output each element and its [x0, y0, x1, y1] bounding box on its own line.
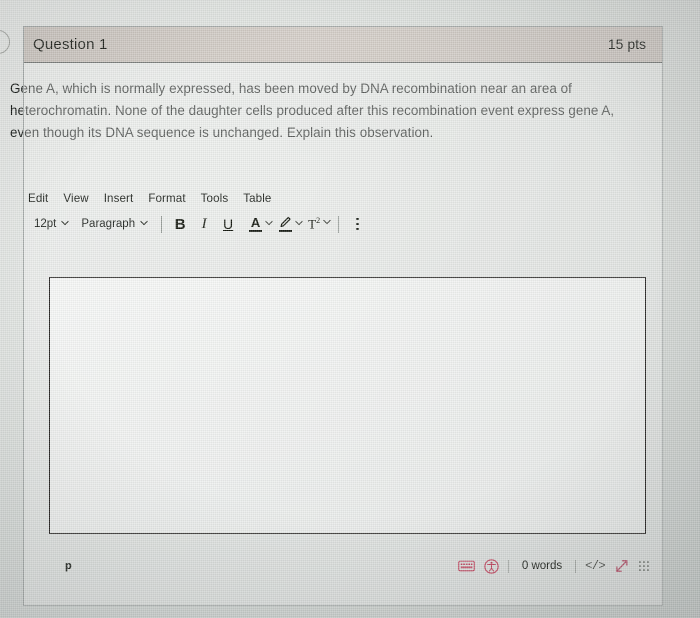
highlight-color-swatch: [278, 229, 292, 233]
statusbar-right-group: 0 words </>: [457, 558, 649, 574]
menu-item-edit[interactable]: Edit: [28, 192, 48, 205]
grip-dot: [639, 564, 642, 568]
grip-dot: [643, 564, 646, 568]
accessibility-icon[interactable]: [484, 558, 499, 574]
more-options-button[interactable]: [356, 217, 359, 231]
chevron-down-icon: [140, 220, 148, 227]
source-code-icon[interactable]: </>: [585, 559, 606, 573]
rich-text-editor: Edit View Insert Format Tools Table 12pt…: [25, 187, 625, 239]
grip-dot: [643, 568, 646, 571]
points-badge: 15 pts: [607, 36, 646, 52]
statusbar-divider: [507, 559, 509, 573]
keyboard-icon[interactable]: [457, 560, 475, 572]
bold-button[interactable]: B: [169, 213, 191, 235]
menu-item-table[interactable]: Table: [243, 192, 271, 205]
grip-dot: [646, 568, 649, 571]
chevron-down-icon[interactable]: [295, 220, 303, 227]
superscript-exponent: 2: [316, 215, 321, 225]
word-count[interactable]: 0 words: [518, 560, 566, 572]
page-title: Question 1: [33, 36, 108, 53]
menu-item-insert[interactable]: Insert: [104, 192, 134, 205]
resize-grip-icon[interactable]: [639, 561, 649, 571]
grip-dot: [643, 561, 646, 564]
editor-menubar: Edit View Insert Format Tools Table: [25, 187, 625, 209]
toolbar-divider: [161, 215, 163, 233]
grip-dot: [639, 561, 642, 564]
grip-dot: [639, 568, 642, 571]
statusbar-divider: [575, 559, 577, 573]
resize-arrows-icon[interactable]: [614, 558, 630, 574]
editor-content-area[interactable]: [49, 277, 646, 534]
toolbar-divider: [338, 215, 340, 233]
underline-button[interactable]: U: [217, 213, 239, 235]
chevron-down-icon[interactable]: [265, 220, 273, 227]
question-header: Question 1 15 pts: [24, 27, 662, 63]
kebab-dot: [356, 217, 359, 221]
superscript-letter: T: [308, 216, 317, 232]
block-format-value: Paragraph: [81, 218, 136, 230]
text-color-icon: A: [249, 214, 263, 233]
text-color-swatch: [249, 229, 263, 233]
italic-button[interactable]: I: [193, 213, 215, 235]
font-size-dropdown[interactable]: 12pt: [28, 218, 75, 230]
text-color-button[interactable]: A: [249, 214, 273, 233]
highlight-color-button[interactable]: [278, 216, 303, 233]
grip-dot: [646, 564, 649, 568]
block-format-dropdown[interactable]: Paragraph: [75, 218, 154, 230]
element-path[interactable]: p: [65, 560, 72, 572]
superscript-formats-button[interactable]: T2: [308, 216, 331, 232]
font-size-value: 12pt: [34, 218, 57, 230]
kebab-dot: [356, 222, 359, 226]
superscript-icon: T2: [308, 216, 320, 232]
grip-dot: [646, 561, 649, 564]
kebab-dot: [356, 227, 359, 231]
chevron-down-icon[interactable]: [323, 219, 331, 226]
chevron-down-icon: [61, 220, 70, 227]
highlight-pen-icon: [278, 216, 292, 233]
menu-item-tools[interactable]: Tools: [201, 192, 229, 205]
menu-item-format[interactable]: Format: [148, 192, 185, 205]
editor-toolbar: 12pt Paragraph B I U A T2: [25, 209, 625, 239]
menu-item-view[interactable]: View: [63, 192, 88, 205]
text-color-letter: A: [250, 214, 261, 230]
editor-statusbar: p 0 words </>: [49, 553, 649, 579]
